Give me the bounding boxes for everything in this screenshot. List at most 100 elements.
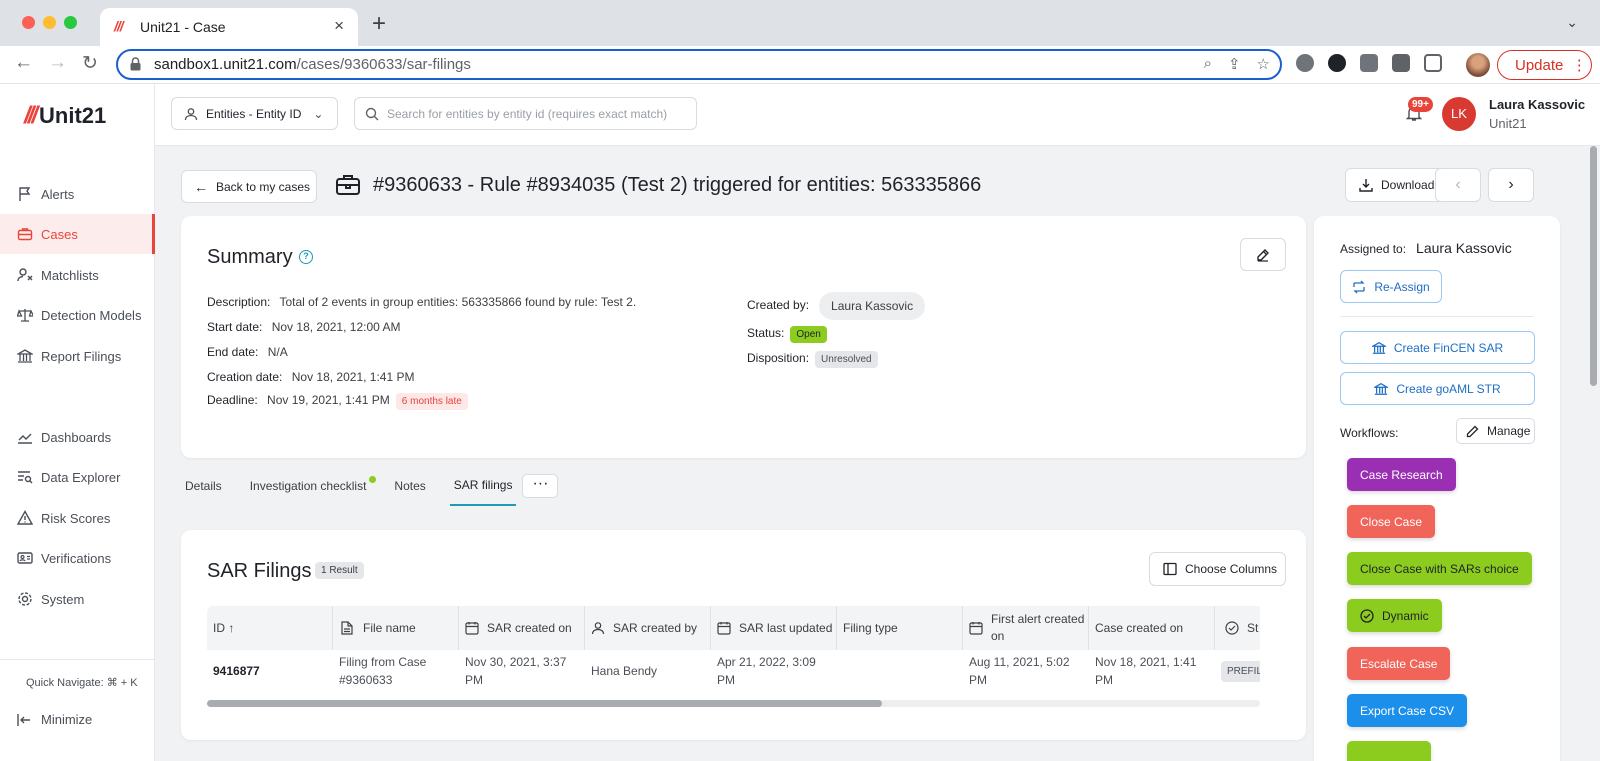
window-close-button[interactable] bbox=[22, 16, 35, 29]
sidepanel-icon[interactable] bbox=[1424, 54, 1442, 72]
late-badge: 6 months late bbox=[395, 393, 468, 410]
column-sar-created-by[interactable]: SAR created by bbox=[585, 606, 711, 650]
cell-status: PREFIL bbox=[1215, 650, 1260, 692]
gear-icon bbox=[18, 592, 32, 606]
extension-icon[interactable] bbox=[1328, 54, 1346, 72]
file-icon bbox=[341, 621, 353, 635]
workflow-dynamic-button[interactable]: Dynamic bbox=[1347, 599, 1442, 632]
new-tab-button[interactable]: + bbox=[372, 10, 386, 38]
tab-investigation-checklist[interactable]: Investigation checklist bbox=[246, 466, 377, 506]
extension-icon[interactable] bbox=[1296, 54, 1314, 72]
column-case-created[interactable]: Case created on bbox=[1089, 606, 1215, 650]
share-icon[interactable]: ⇪ bbox=[1228, 55, 1241, 73]
column-first-alert-created[interactable]: First alert created on bbox=[963, 606, 1089, 650]
divider bbox=[1340, 316, 1534, 317]
user-icon bbox=[591, 622, 605, 635]
scrollbar-thumb[interactable] bbox=[207, 700, 882, 707]
entity-search-input[interactable]: Search for entities by entity id (requir… bbox=[354, 97, 697, 130]
page-vertical-scrollbar[interactable] bbox=[1587, 146, 1600, 761]
update-button[interactable]: Update ⋮ bbox=[1497, 50, 1592, 80]
result-count-badge: 1 Result bbox=[315, 562, 364, 579]
address-bar[interactable]: sandbox1.unit21.com/cases/9360633/sar-fi… bbox=[116, 49, 1282, 80]
browser-tab[interactable]: /// Unit21 - Case × bbox=[100, 8, 358, 46]
briefcase-icon bbox=[17, 228, 33, 241]
app: /// Unit21 Alerts Cases Matchlists Detec… bbox=[0, 84, 1600, 761]
workflow-export-csv-button[interactable]: Export Case CSV bbox=[1347, 694, 1468, 727]
column-sar-created-on[interactable]: SAR created on bbox=[459, 606, 585, 650]
status-badge: PREFIL bbox=[1221, 660, 1260, 682]
main-content: ← Back to my cases #9360633 - Rule #8934… bbox=[155, 146, 1587, 761]
puzzle-icon[interactable] bbox=[1392, 54, 1410, 72]
notification-count-badge: 99+ bbox=[1408, 97, 1433, 112]
workflow-case-research-button[interactable]: Case Research bbox=[1347, 458, 1456, 491]
sidebar-item-risk-scores[interactable]: Risk Scores bbox=[0, 498, 155, 538]
sidebar-footer: Quick Navigate: ⌘ + K Minimize bbox=[0, 659, 155, 727]
warning-icon bbox=[17, 510, 33, 525]
download-icon bbox=[1359, 179, 1373, 192]
column-sar-last-updated[interactable]: SAR last updated bbox=[711, 606, 837, 650]
sidebar-item-detection-models[interactable]: Detection Models bbox=[0, 295, 155, 335]
back-arrow-icon[interactable]: ← bbox=[14, 52, 33, 74]
workflow-close-case-sars-button[interactable]: Close Case with SARs choice bbox=[1347, 552, 1532, 585]
user-icon bbox=[184, 107, 198, 120]
workflow-close-case-button[interactable]: Close Case bbox=[1347, 505, 1436, 538]
sidebar-item-verifications[interactable]: Verifications bbox=[0, 538, 155, 578]
browser-toolbar: ← → ↻ sandbox1.unit21.com/cases/9360633/… bbox=[0, 46, 1600, 84]
sidebar-item-alerts[interactable]: Alerts bbox=[0, 174, 155, 214]
choose-columns-button[interactable]: Choose Columns bbox=[1149, 552, 1286, 586]
entity-type-select[interactable]: Entities - Entity ID ⌄ bbox=[171, 97, 338, 130]
case-tabs: Details Investigation checklist Notes SA… bbox=[181, 466, 559, 506]
deadline-field: Deadline: Nov 19, 2021, 1:41 PM 6 months … bbox=[207, 393, 468, 410]
more-tabs-button[interactable]: ··· bbox=[522, 474, 559, 498]
sidebar-item-dashboards[interactable]: Dashboards bbox=[0, 417, 155, 457]
column-id[interactable]: ID ↑ bbox=[207, 606, 333, 650]
reassign-button[interactable]: Re-Assign bbox=[1340, 270, 1442, 303]
table-horizontal-scrollbar[interactable] bbox=[207, 700, 1260, 707]
cell-case-created: Nov 18, 2021, 1:41 PM bbox=[1095, 655, 1197, 687]
tab-sar-filings[interactable]: SAR filings bbox=[449, 466, 517, 506]
create-fincen-sar-button[interactable]: Create FinCEN SAR bbox=[1340, 331, 1535, 364]
profile-avatar[interactable] bbox=[1466, 53, 1490, 77]
back-to-cases-button[interactable]: ← Back to my cases bbox=[181, 170, 317, 203]
sidebar: /// Unit21 Alerts Cases Matchlists Detec… bbox=[0, 84, 155, 761]
create-goaml-str-button[interactable]: Create goAML STR bbox=[1340, 372, 1535, 405]
scrollbar-thumb[interactable] bbox=[1590, 146, 1597, 386]
help-icon[interactable]: ? bbox=[299, 250, 313, 264]
minimize-button[interactable]: Minimize bbox=[17, 712, 92, 727]
sidebar-item-system[interactable]: System bbox=[0, 579, 155, 619]
window-zoom-button[interactable] bbox=[64, 16, 77, 29]
tab-details[interactable]: Details bbox=[181, 466, 226, 506]
unit21-favicon-icon: /// bbox=[114, 18, 124, 34]
browser-tab-bar: /// Unit21 - Case × + ⌄ bbox=[0, 0, 1600, 46]
close-icon[interactable]: × bbox=[334, 16, 344, 36]
tab-notes[interactable]: Notes bbox=[390, 466, 429, 506]
column-status[interactable]: St bbox=[1215, 606, 1260, 650]
bookmark-star-icon[interactable]: ☆ bbox=[1257, 55, 1270, 73]
manage-workflows-button[interactable]: Manage bbox=[1456, 418, 1535, 444]
download-button[interactable]: Download bbox=[1345, 168, 1449, 202]
edit-summary-button[interactable] bbox=[1240, 238, 1286, 271]
chevron-down-icon[interactable]: ⌄ bbox=[1566, 14, 1578, 31]
sidebar-item-cases[interactable]: Cases bbox=[0, 214, 155, 254]
reload-icon[interactable]: ↻ bbox=[82, 52, 98, 75]
forward-arrow-icon[interactable]: → bbox=[48, 52, 67, 74]
unit21-logo[interactable]: /// Unit21 bbox=[24, 102, 106, 130]
previous-case-button[interactable]: ‹ bbox=[1435, 168, 1481, 202]
status-field: Status: Open bbox=[747, 326, 827, 343]
workflow-escalate-case-button[interactable]: Escalate Case bbox=[1347, 647, 1451, 680]
unit21-logo-mark-icon: /// bbox=[24, 102, 38, 129]
sidebar-item-report-filings[interactable]: Report Filings bbox=[0, 336, 155, 376]
sidebar-item-data-explorer[interactable]: Data Explorer bbox=[0, 457, 155, 497]
user-name: Laura Kassovic bbox=[1489, 97, 1586, 112]
table-header: ID ↑ File name SAR created on SAR create… bbox=[207, 606, 1260, 650]
sidebar-item-matchlists[interactable]: Matchlists bbox=[0, 255, 155, 295]
window-minimize-button[interactable] bbox=[43, 16, 56, 29]
workflow-button-partial[interactable] bbox=[1347, 741, 1431, 761]
avatar[interactable]: LK bbox=[1442, 97, 1476, 131]
column-file-name[interactable]: File name bbox=[333, 606, 459, 650]
zoom-search-icon[interactable]: ⌕ bbox=[1204, 55, 1212, 73]
next-case-button[interactable]: › bbox=[1488, 168, 1534, 202]
table-row[interactable]: 9416877 Filing from Case #9360633 Nov 30… bbox=[207, 650, 1260, 692]
column-filing-type[interactable]: Filing type bbox=[837, 606, 963, 650]
extension-icon[interactable] bbox=[1360, 54, 1378, 72]
